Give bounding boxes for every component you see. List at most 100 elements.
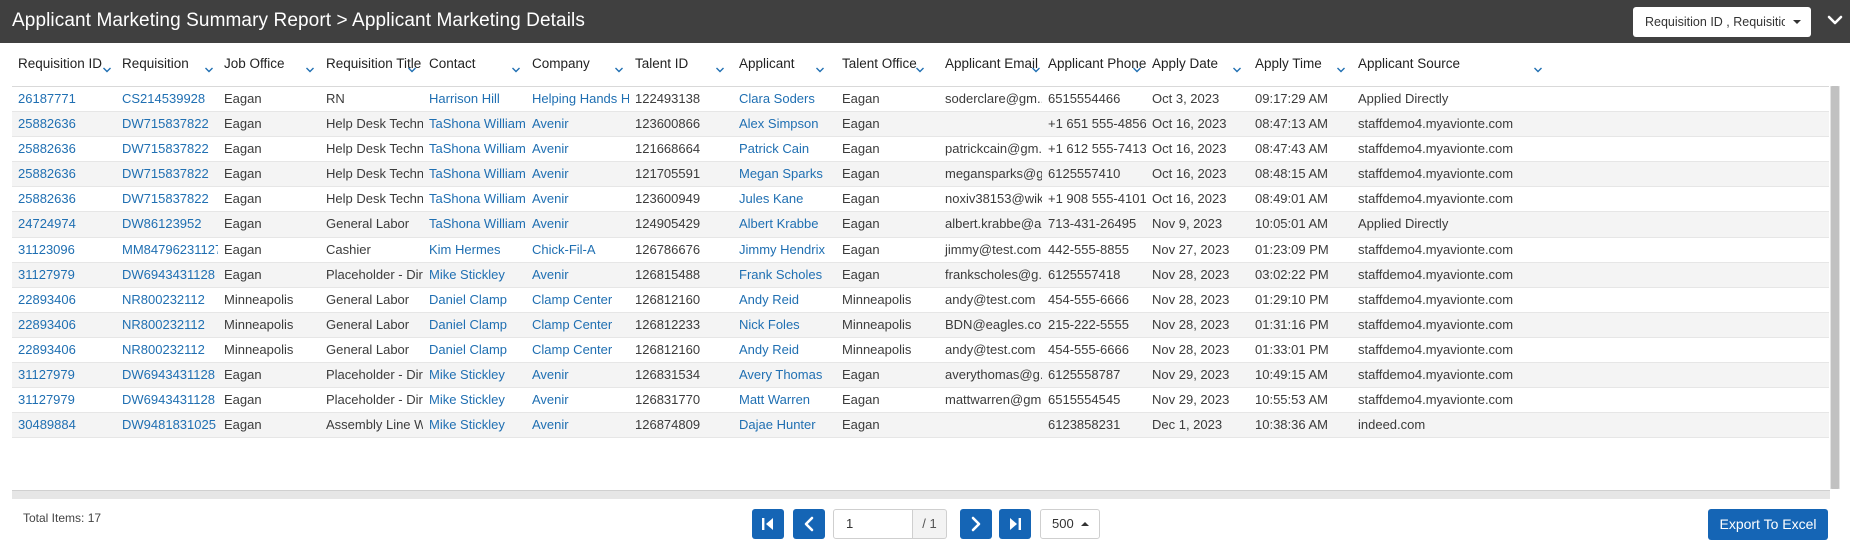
column-header-applicant-phone[interactable]: Applicant Phone [1042,56,1146,86]
cell-requisition-id-link[interactable]: 31127979 [12,263,116,286]
table-row[interactable]: 26187771 CS214539928 Eagan RN Harrison Hill H… [12,87,1829,113]
cell-requisition-id-link[interactable]: 25882636 [12,187,116,210]
cell-contact-link[interactable]: TaShona Williams [423,112,526,135]
cell-requisition-link[interactable]: DW715837822 [116,137,218,160]
cell-company-link[interactable]: Avenir [526,388,629,411]
column-header-applicant-email[interactable]: Applicant Email [939,56,1042,86]
cell-requisition-id-link[interactable]: 24724974 [12,212,116,235]
cell-requisition-id-link[interactable]: 25882636 [12,162,116,185]
requisition-column-dropdown[interactable]: Requisition ID , Requisition [1633,7,1811,37]
column-menu-chevron-icon[interactable] [1232,65,1242,75]
cell-requisition-link[interactable]: DW715837822 [116,162,218,185]
cell-requisition-link[interactable]: DW6943431128 [116,363,218,386]
cell-company-link[interactable]: Avenir [526,187,629,210]
cell-requisition-link[interactable]: MM84796231127 [116,238,218,261]
table-row[interactable]: 22893406 NR800232112 Minneapolis General La… [12,312,1829,338]
cell-contact-link[interactable]: Mike Stickley [423,363,526,386]
cell-contact-link[interactable]: Mike Stickley [423,388,526,411]
cell-requisition-link[interactable]: DW86123952 [116,212,218,235]
cell-requisition-id-link[interactable]: 22893406 [12,338,116,361]
cell-requisition-id-link[interactable]: 25882636 [12,137,116,160]
cell-contact-link[interactable]: Daniel Clamp [423,313,526,336]
column-header-apply-time[interactable]: Apply Time [1249,56,1352,86]
table-row[interactable]: 25882636DW715837822 Eagan Help Desk Techni… [12,162,1829,188]
cell-company-link[interactable]: Avenir [526,363,629,386]
cell-applicant-link[interactable]: Clara Soders [733,87,836,110]
export-to-excel-button[interactable]: Export To Excel [1708,509,1828,540]
cell-contact-link[interactable]: Daniel Clamp [423,338,526,361]
cell-contact-link[interactable]: TaShona Williams [423,187,526,210]
table-row[interactable]: 31127979 DW6943431128 Eagan Placeholder - D… [12,388,1829,414]
column-menu-chevron-icon[interactable] [102,65,112,75]
cell-requisition-link[interactable]: NR800232112 [116,313,218,336]
cell-applicant-link[interactable]: Albert Krabbe [733,212,836,235]
table-row[interactable]: 24724974 DW86123952 Eagan General Labor TaSh… [12,212,1829,238]
cell-contact-link[interactable]: Kim Hermes [423,238,526,261]
column-header-requisition[interactable]: Requisition [116,56,218,86]
next-page-button[interactable] [960,509,992,539]
cell-applicant-link[interactable]: Andy Reid [733,338,836,361]
cell-company-link[interactable]: Avenir [526,137,629,160]
cell-contact-link[interactable]: Mike Stickley [423,263,526,286]
column-menu-chevron-icon[interactable] [915,65,925,75]
column-menu-chevron-icon[interactable] [1336,65,1346,75]
cell-contact-link[interactable]: Harrison Hill [423,87,526,110]
column-header-contact[interactable]: Contact [423,56,526,86]
column-menu-chevron-icon[interactable] [614,65,624,75]
column-header-applicant-source[interactable]: Applicant Source [1352,56,1822,86]
column-header-apply-date[interactable]: Apply Date [1146,56,1249,86]
previous-page-button[interactable] [793,509,825,539]
column-menu-chevron-icon[interactable] [511,65,521,75]
cell-company-link[interactable]: Clamp Center [526,338,629,361]
table-row[interactable]: 25882636DW715837822 Eagan Help Desk Techni… [12,112,1829,138]
column-menu-chevron-icon[interactable] [715,65,725,75]
column-header-job-office[interactable]: Job Office [218,56,320,86]
table-row[interactable]: 22893406 NR800232112 Minneapolis General La… [12,338,1829,364]
table-row[interactable]: 22893406 NR800232112 Minneapolis General La… [12,288,1829,313]
column-header-applicant[interactable]: Applicant [733,56,836,86]
cell-contact-link[interactable]: TaShona Williams [423,162,526,185]
cell-contact-link[interactable]: TaShona Williams [423,212,526,235]
cell-company-link[interactable]: Avenir [526,263,629,286]
table-row[interactable]: 31127979 DW6943431128 Eagan Placeholder - D… [12,262,1829,288]
first-page-button[interactable] [752,509,784,539]
last-page-button[interactable] [999,509,1031,539]
cell-requisition-id-link[interactable]: 25882636 [12,112,116,135]
column-menu-chevron-icon[interactable] [1031,65,1041,75]
cell-applicant-link[interactable]: Patrick Cain [733,137,836,160]
cell-requisition-id-link[interactable]: 22893406 [12,313,116,336]
column-menu-chevron-icon[interactable] [1533,65,1543,75]
cell-applicant-link[interactable]: Jimmy Hendrix [733,238,836,261]
cell-applicant-link[interactable]: Nick Foles [733,313,836,336]
cell-applicant-link[interactable]: Megan Sparks [733,162,836,185]
cell-company-link[interactable]: Chick-Fil-A [526,238,629,261]
cell-requisition-id-link[interactable]: 26187771 [12,87,116,110]
cell-requisition-link[interactable]: CS214539928 [116,87,218,110]
column-header-talent-office[interactable]: Talent Office [836,56,939,86]
page-size-select[interactable]: 500 [1040,509,1100,539]
cell-requisition-link[interactable]: NR800232112 [116,288,218,311]
cell-requisition-link[interactable]: DW9481831025 [116,413,218,436]
column-menu-chevron-icon[interactable] [815,65,825,75]
cell-company-link[interactable]: Avenir [526,162,629,185]
chevron-down-icon[interactable] [1826,11,1844,29]
cell-applicant-link[interactable]: Avery Thomas [733,363,836,386]
cell-applicant-link[interactable]: Matt Warren [733,388,836,411]
cell-contact-link[interactable]: Daniel Clamp [423,288,526,311]
cell-requisition-id-link[interactable]: 31123096 [12,238,116,261]
column-header-requisition-id[interactable]: Requisition ID [12,56,116,86]
column-menu-chevron-icon[interactable] [407,65,417,75]
column-menu-chevron-icon[interactable] [204,65,214,75]
scrollbar-thumb[interactable] [1831,86,1839,489]
cell-requisition-link[interactable]: DW715837822 [116,187,218,210]
cell-contact-link[interactable]: Mike Stickley [423,413,526,436]
page-number-input[interactable]: 1 [833,509,913,539]
cell-requisition-link[interactable]: NR800232112 [116,338,218,361]
cell-requisition-id-link[interactable]: 30489884 [12,413,116,436]
cell-requisition-id-link[interactable]: 31127979 [12,363,116,386]
cell-company-link[interactable]: Helping Hands H... [526,87,629,110]
cell-requisition-id-link[interactable]: 31127979 [12,388,116,411]
cell-requisition-id-link[interactable]: 22893406 [12,288,116,311]
cell-requisition-link[interactable]: DW6943431128 [116,388,218,411]
cell-applicant-link[interactable]: Andy Reid [733,288,836,311]
